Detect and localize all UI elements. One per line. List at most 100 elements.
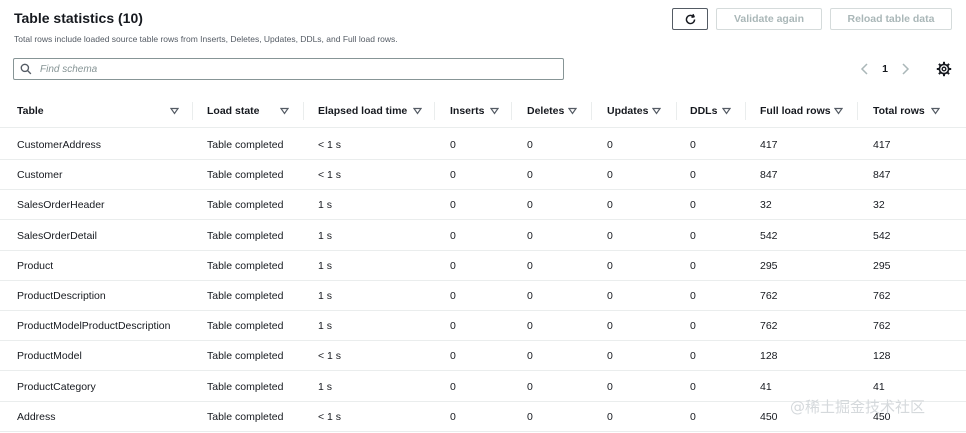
column-header-elapsed-load-time[interactable]: Elapsed load time bbox=[318, 94, 423, 128]
cell-deletes: 0 bbox=[527, 410, 533, 423]
column-header-label: Updates bbox=[607, 105, 649, 117]
cell-table: SalesOrderDetail bbox=[17, 229, 97, 242]
cell-updates: 0 bbox=[607, 380, 613, 393]
column-divider[interactable] bbox=[591, 102, 592, 120]
current-page-number[interactable]: 1 bbox=[874, 63, 896, 75]
sort-button-updates[interactable] bbox=[652, 94, 661, 128]
cell-updates: 0 bbox=[607, 169, 613, 182]
cell-ddls: 0 bbox=[690, 380, 696, 393]
chevron-right-icon bbox=[902, 63, 910, 75]
watermark: @稀土掘金技术社区 bbox=[790, 398, 926, 416]
column-divider[interactable] bbox=[511, 102, 512, 120]
cell-full-load-rows: 41 bbox=[760, 380, 772, 393]
sort-button-inserts[interactable] bbox=[490, 94, 499, 128]
sort-button-deletes[interactable] bbox=[568, 94, 577, 128]
cell-elapsed-load-time: < 1 s bbox=[318, 139, 342, 151]
cell-full-load-rows: 762 bbox=[760, 320, 778, 333]
cell-load-state: Table completed bbox=[207, 410, 284, 423]
page-description: Total rows include loaded source table r… bbox=[14, 34, 398, 44]
column-header-full-load-rows[interactable]: Full load rows bbox=[760, 94, 831, 128]
column-header-updates[interactable]: Updates bbox=[607, 94, 648, 128]
cell-updates: 0 bbox=[607, 139, 613, 151]
cell-updates: 0 bbox=[607, 229, 613, 242]
cell-full-load-rows: 417 bbox=[760, 139, 778, 151]
sort-button-ddls[interactable] bbox=[722, 94, 731, 128]
cell-inserts: 0 bbox=[450, 410, 456, 423]
sort-down-icon bbox=[834, 107, 843, 115]
reload-table-data-button[interactable]: Reload table data bbox=[830, 8, 952, 30]
column-header-label: Total rows bbox=[873, 105, 925, 117]
cell-elapsed-load-time: 1 s bbox=[318, 290, 333, 302]
column-header-table[interactable]: Table bbox=[17, 94, 44, 128]
column-divider[interactable] bbox=[676, 102, 677, 120]
cell-deletes: 0 bbox=[527, 169, 533, 182]
cell-updates: 0 bbox=[607, 290, 613, 302]
column-divider[interactable] bbox=[434, 102, 435, 120]
search-field[interactable] bbox=[13, 58, 564, 80]
cell-ddls: 0 bbox=[690, 169, 696, 182]
sort-button-table[interactable] bbox=[170, 94, 179, 128]
cell-inserts: 0 bbox=[450, 290, 456, 302]
cell-full-load-rows: 542 bbox=[760, 229, 778, 242]
cell-total-rows: 417 bbox=[873, 139, 891, 151]
table-row: Customer Table completed < 1 s 0 0 0 0 847 847 bbox=[0, 160, 966, 191]
cell-table: ProductModel bbox=[17, 350, 82, 363]
table-row: Product Table completed 1 s 0 0 0 0 295 295 bbox=[0, 251, 966, 281]
cell-total-rows: 542 bbox=[873, 229, 891, 242]
table-row: CustomerAddress Table completed < 1 s 0 0 0 0 4… bbox=[0, 130, 966, 160]
column-header-ddls[interactable]: DDLs bbox=[690, 94, 717, 128]
cell-total-rows: 762 bbox=[873, 320, 891, 333]
cell-load-state: Table completed bbox=[207, 350, 284, 363]
cell-table: ProductCategory bbox=[17, 380, 96, 393]
next-page-button[interactable] bbox=[896, 60, 914, 78]
column-divider[interactable] bbox=[303, 102, 304, 120]
sort-button-load-state[interactable] bbox=[280, 94, 289, 128]
column-header-label: DDLs bbox=[690, 105, 718, 117]
validate-again-button[interactable]: Validate again bbox=[716, 8, 822, 30]
column-header-label: Load state bbox=[207, 105, 260, 117]
sort-down-icon bbox=[170, 107, 179, 115]
cell-total-rows: 295 bbox=[873, 259, 891, 272]
cell-elapsed-load-time: 1 s bbox=[318, 320, 333, 333]
cell-full-load-rows: 762 bbox=[760, 290, 778, 302]
cell-full-load-rows: 295 bbox=[760, 259, 778, 272]
cell-elapsed-load-time: 1 s bbox=[318, 199, 333, 212]
cell-inserts: 0 bbox=[450, 320, 456, 333]
cell-updates: 0 bbox=[607, 259, 613, 272]
cell-updates: 0 bbox=[607, 320, 613, 333]
cell-deletes: 0 bbox=[527, 350, 533, 363]
search-input[interactable] bbox=[40, 63, 540, 75]
cell-table: SalesOrderHeader bbox=[17, 199, 105, 212]
sort-down-icon bbox=[280, 107, 289, 115]
column-header-inserts[interactable]: Inserts bbox=[450, 94, 484, 128]
cell-inserts: 0 bbox=[450, 199, 456, 212]
sort-down-icon bbox=[931, 107, 940, 115]
cell-load-state: Table completed bbox=[207, 290, 284, 302]
column-header-load-state[interactable]: Load state bbox=[207, 94, 260, 128]
cell-ddls: 0 bbox=[690, 139, 696, 151]
table-row: ProductModel Table completed < 1 s 0 0 0 0 128 1… bbox=[0, 341, 966, 372]
table-row: SalesOrderHeader Table completed 1 s 0 0 0 0 32… bbox=[0, 190, 966, 221]
sort-button-total-rows[interactable] bbox=[931, 94, 940, 128]
refresh-button[interactable] bbox=[672, 8, 708, 30]
column-divider[interactable] bbox=[192, 102, 193, 120]
gear-icon[interactable] bbox=[936, 61, 952, 77]
previous-page-button[interactable] bbox=[856, 60, 874, 78]
sort-down-icon bbox=[652, 107, 661, 115]
column-header-label: Inserts bbox=[450, 105, 485, 117]
search-icon bbox=[20, 63, 32, 75]
cell-load-state: Table completed bbox=[207, 139, 284, 151]
cell-ddls: 0 bbox=[690, 199, 696, 212]
cell-total-rows: 32 bbox=[873, 199, 885, 212]
cell-inserts: 0 bbox=[450, 259, 456, 272]
column-divider[interactable] bbox=[857, 102, 858, 120]
cell-table: Address bbox=[17, 410, 56, 423]
column-header-total-rows[interactable]: Total rows bbox=[873, 94, 925, 128]
sort-down-icon bbox=[413, 107, 423, 115]
column-divider[interactable] bbox=[745, 102, 746, 120]
column-header-label: Elapsed load time bbox=[318, 105, 408, 117]
cell-ddls: 0 bbox=[690, 350, 696, 363]
column-header-deletes[interactable]: Deletes bbox=[527, 94, 564, 128]
cell-elapsed-load-time: < 1 s bbox=[318, 169, 342, 182]
sort-button-full-load-rows[interactable] bbox=[834, 94, 843, 128]
